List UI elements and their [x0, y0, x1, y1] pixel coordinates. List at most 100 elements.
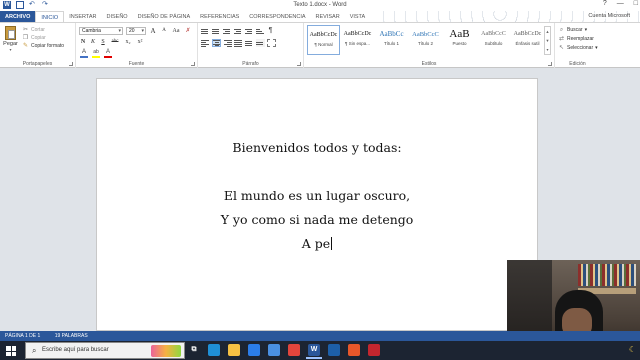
- increase-indent-icon[interactable]: [245, 27, 254, 35]
- style-name: ¶ Normal: [314, 42, 333, 47]
- styles-gallery: AaBbCcDc ¶ Normal AaBbCcDc ¶ Sin espa... AaB…: [307, 25, 544, 55]
- tab-referencias[interactable]: REFERENCIAS: [195, 11, 244, 22]
- replace-button[interactable]: ⇄ Reemplazar: [558, 35, 598, 44]
- tab-inicio[interactable]: INICIO: [35, 11, 65, 22]
- paste-dropdown-icon[interactable]: ▾: [3, 47, 18, 52]
- style-preview: AaBbCcC: [481, 31, 506, 37]
- task-view-icon[interactable]: ⧉: [188, 344, 200, 356]
- paste-button[interactable]: Pegar ▾: [3, 26, 18, 52]
- word-icon[interactable]: W: [306, 344, 322, 359]
- taskbar-search-placeholder: Escribe aquí para buscar: [42, 347, 109, 353]
- tab-revisar[interactable]: REVISAR: [311, 11, 345, 22]
- find-button[interactable]: ⌕ Buscar ▾: [558, 26, 598, 35]
- minimize-button[interactable]: —: [617, 0, 624, 7]
- text-effects-button[interactable]: A: [79, 49, 89, 58]
- style-preview: AaBbCcC: [412, 31, 439, 38]
- style-tile[interactable]: AaB Puesto: [443, 25, 476, 55]
- show-formatting-marks-icon[interactable]: ¶: [267, 27, 274, 35]
- edge-icon[interactable]: [208, 344, 220, 356]
- paragraph-launcher-icon[interactable]: [297, 62, 301, 66]
- align-right-icon[interactable]: [223, 39, 232, 47]
- underline-button[interactable]: S: [99, 38, 107, 46]
- replace-icon: ⇄: [558, 36, 565, 42]
- app-red-icon[interactable]: [368, 344, 380, 356]
- tab-list: ARCHIVO INICIO INSERTAR DISEÑO DISEÑO DE PÁG…: [0, 11, 371, 22]
- superscript-button[interactable]: x²: [135, 38, 145, 46]
- font-color-button[interactable]: A: [103, 49, 113, 58]
- shading-icon[interactable]: [256, 39, 265, 47]
- numbering-icon[interactable]: [212, 27, 221, 35]
- find-dropdown-icon: ▾: [584, 27, 588, 33]
- multilevel-list-icon[interactable]: [223, 27, 232, 35]
- mail-icon[interactable]: [268, 344, 280, 356]
- tab-insertar[interactable]: INSERTAR: [64, 11, 101, 22]
- scissors-icon: ✂: [22, 27, 29, 33]
- help-button[interactable]: ?: [603, 0, 607, 7]
- bold-button[interactable]: N: [79, 38, 87, 46]
- app-orange-icon[interactable]: [348, 344, 360, 356]
- ribbon-tabs: ARCHIVO INICIO INSERTAR DISEÑO DISEÑO DE PÁG…: [0, 11, 640, 23]
- style-tile[interactable]: AaBbCcC Subtítulo: [477, 25, 510, 55]
- editing-group-label: Edición: [569, 61, 586, 67]
- borders-icon[interactable]: [267, 39, 276, 47]
- tab-diseño[interactable]: DISEÑO: [102, 11, 133, 22]
- editing-group: ⌕ Buscar ▾ ⇄ Reemplazar ↖ Seleccionar ▾ Edici…: [555, 23, 600, 68]
- font-size-select[interactable]: 20: [126, 27, 146, 35]
- change-case-button[interactable]: Aa: [171, 27, 181, 35]
- taskbar-search-box[interactable]: ⌕ Escribe aquí para buscar: [25, 342, 185, 359]
- font-launcher-icon[interactable]: [191, 62, 195, 66]
- cut-button[interactable]: ✂ Cortar: [22, 26, 64, 34]
- windows-start-icon[interactable]: [6, 346, 16, 356]
- style-tile[interactable]: AaBbCcDc Énfasis sutil: [511, 25, 544, 55]
- justify-icon[interactable]: [234, 39, 243, 47]
- text-cursor: [331, 237, 333, 250]
- page-count[interactable]: PÁGINA 1 DE 1: [5, 333, 40, 339]
- taskbar-apps: ⧉ W: [188, 344, 380, 359]
- app-blue-icon[interactable]: [328, 344, 340, 356]
- align-center-icon[interactable]: [212, 39, 221, 47]
- tab-vista[interactable]: VISTA: [345, 11, 371, 22]
- doc-line-4: Y yo como si nada me detengo: [220, 212, 414, 227]
- copy-button[interactable]: ❐ Copiar: [22, 34, 64, 42]
- grow-font-button[interactable]: A: [149, 27, 157, 35]
- tab-correspondencia[interactable]: CORRESPONDENCIA: [244, 11, 310, 22]
- tab-archivo[interactable]: ARCHIVO: [0, 11, 36, 22]
- style-preview: AaBbCc: [379, 30, 404, 38]
- clipboard-launcher-icon[interactable]: [69, 62, 73, 66]
- styles-gallery-scroll[interactable]: ▲ ▼ ▾: [544, 26, 551, 55]
- sort-icon[interactable]: [256, 27, 265, 35]
- font-group: Cambria 20 A A Aa ✗ N K S abc x₂ x² A ab…: [76, 23, 198, 68]
- style-tile[interactable]: AaBbCcDc ¶ Sin espa...: [341, 25, 374, 55]
- clear-formatting-icon[interactable]: ✗: [184, 27, 192, 35]
- select-button[interactable]: ↖ Seleccionar ▾: [558, 44, 598, 53]
- bullets-icon[interactable]: [201, 27, 210, 35]
- file-explorer-icon[interactable]: [228, 344, 240, 356]
- styles-launcher-icon[interactable]: [548, 62, 552, 66]
- line-spacing-icon[interactable]: [245, 39, 254, 47]
- style-tile[interactable]: AaBbCc Título 1: [375, 25, 408, 55]
- account-link[interactable]: Cuenta Microsoft: [586, 13, 632, 19]
- style-tile[interactable]: AaBbCcC Título 2: [409, 25, 442, 55]
- maximize-button[interactable]: □: [634, 0, 638, 7]
- night-mode-icon[interactable]: ☾: [629, 345, 636, 354]
- shrink-font-button[interactable]: A: [160, 27, 168, 35]
- format-painter-label: Copiar formato: [31, 43, 65, 49]
- store-icon[interactable]: [248, 344, 260, 356]
- clipboard-group: Pegar ▾ ✂ Cortar ❐ Copiar ✎ Copiar formato …: [0, 23, 76, 68]
- font-name-select[interactable]: Cambria: [79, 27, 123, 35]
- style-tile[interactable]: AaBbCcDc ¶ Normal: [307, 25, 340, 55]
- copy-label: Copiar: [31, 35, 46, 41]
- highlight-button[interactable]: ab: [91, 49, 101, 58]
- italic-button[interactable]: K: [89, 38, 97, 46]
- strikethrough-button[interactable]: abc: [109, 38, 121, 46]
- document-body[interactable]: Bienvenidos todos y todas: El mundo es u…: [97, 136, 537, 256]
- word-count[interactable]: 19 PALABRAS: [55, 333, 88, 339]
- document-page[interactable]: Bienvenidos todos y todas: El mundo es u…: [96, 78, 538, 331]
- format-painter-button[interactable]: ✎ Copiar formato: [22, 42, 64, 50]
- subscript-button[interactable]: x₂: [123, 38, 133, 46]
- align-left-icon[interactable]: [201, 39, 210, 47]
- decrease-indent-icon[interactable]: [234, 27, 243, 35]
- chrome-icon[interactable]: [288, 344, 300, 356]
- tab-diseño-de-página[interactable]: DISEÑO DE PÁGINA: [133, 11, 196, 22]
- text-effects-glyph: A: [81, 49, 86, 55]
